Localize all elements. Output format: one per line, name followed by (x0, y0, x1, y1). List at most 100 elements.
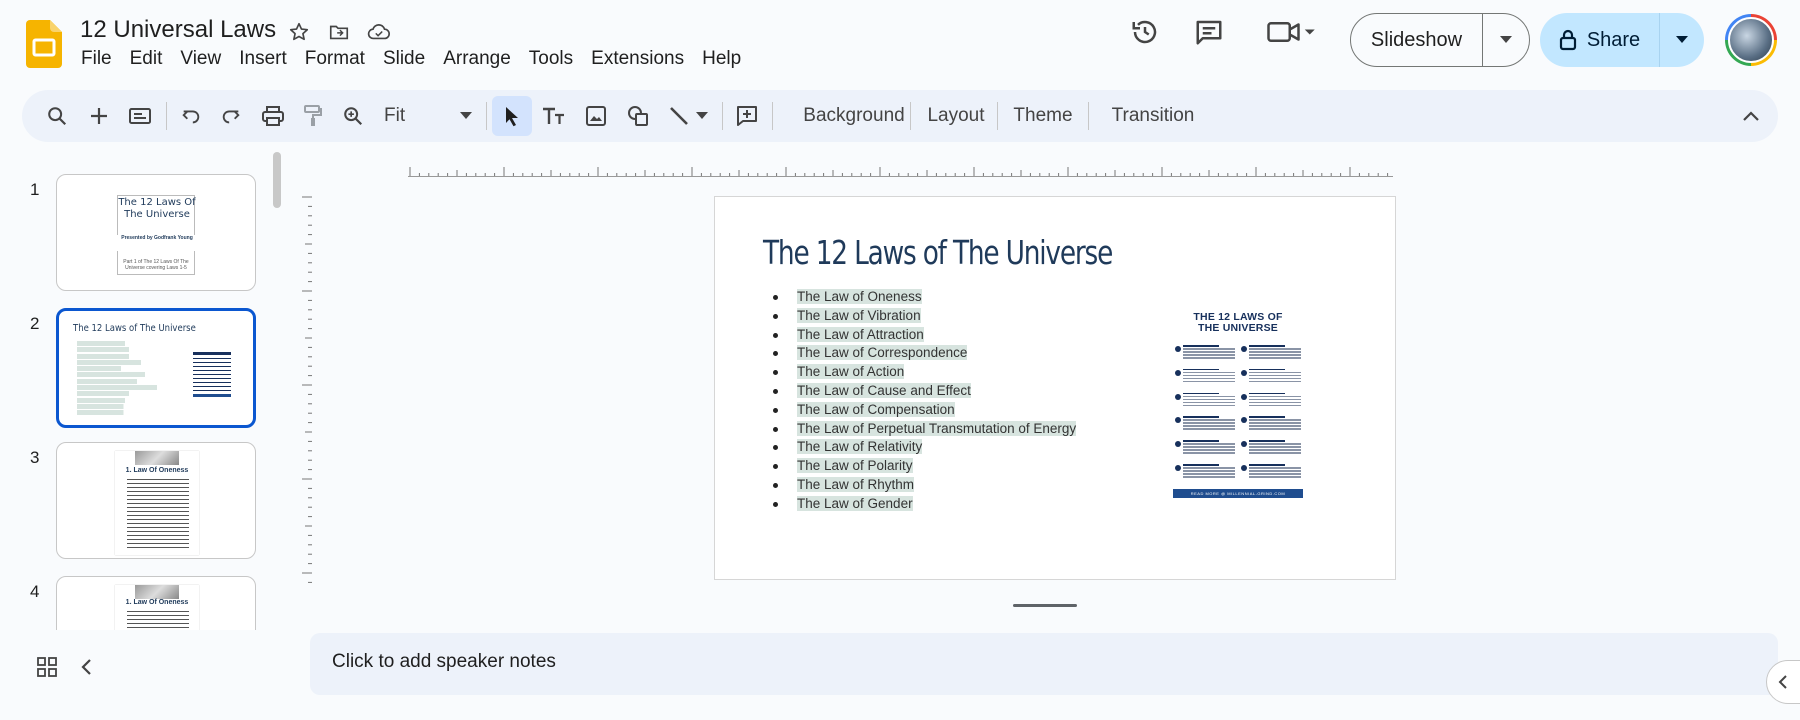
select-tool-icon[interactable] (492, 96, 532, 136)
bullet-item: The Law of Gender (771, 495, 1076, 514)
new-slide-icon[interactable] (82, 96, 116, 136)
bullet-item: The Law of Perpetual Transmutation of En… (771, 420, 1077, 439)
slide-thumbnail-4[interactable]: 1. Law Of Oneness (56, 576, 256, 630)
insert-image-icon[interactable] (578, 96, 614, 136)
infographic-image[interactable]: THE 12 LAWS OF THE UNIVERSE READ MORE @ … (1173, 312, 1303, 498)
paint-format-icon[interactable] (296, 96, 330, 136)
bullet-item: The Law of Action (771, 363, 1076, 382)
menu-tools[interactable]: Tools (520, 46, 582, 72)
horizontal-ruler[interactable] (408, 164, 1393, 177)
thumb-footnote: Part 1 of The 12 Laws Of The Universe co… (123, 259, 189, 271)
vertical-ruler[interactable] (300, 195, 312, 590)
redo-icon[interactable] (214, 96, 248, 136)
bullet-text: The Law of Perpetual Transmutation of En… (797, 420, 1077, 436)
chevron-down-icon (460, 112, 472, 119)
bullet-item: The Law of Correspondence (771, 344, 1076, 363)
filmstrip-scrollbar[interactable] (273, 152, 281, 208)
menu-format[interactable]: Format (296, 46, 374, 72)
slide-canvas[interactable]: The 12 Laws of The Universe The Law of O… (714, 196, 1396, 580)
bullet-text: The Law of Oneness (797, 289, 922, 304)
menu-slide[interactable]: Slide (374, 46, 434, 72)
transition-button[interactable]: Transition (1096, 96, 1210, 136)
bullet-text: The Law of Attraction (797, 326, 924, 342)
slide-thumbnail-2[interactable]: The 12 Laws of The Universe (56, 308, 256, 428)
bullet-item: The Law of Attraction (771, 326, 1076, 345)
background-button[interactable]: Background (782, 96, 926, 136)
menu-file[interactable]: File (72, 46, 121, 72)
slideshow-dropdown-icon[interactable] (1483, 14, 1529, 66)
zoom-icon[interactable] (336, 96, 370, 136)
notes-resize-handle[interactable] (1013, 604, 1077, 607)
meet-camera-icon[interactable] (1264, 14, 1318, 50)
bullet-item: The Law of Cause and Effect (771, 382, 1076, 401)
zoom-select[interactable]: Fit (378, 96, 478, 136)
lock-icon (1559, 29, 1576, 51)
thumb-title: 1. Law Of Oneness (125, 467, 189, 474)
menu-help[interactable]: Help (693, 46, 750, 72)
share-button[interactable]: Share (1540, 13, 1660, 67)
bullet-list[interactable]: The Law of Oneness The Law of Vibration Th… (771, 288, 1077, 514)
text-box-icon[interactable] (536, 96, 572, 136)
star-icon[interactable] (285, 18, 313, 46)
bullet-text: The Law of Compensation (797, 401, 955, 417)
share-button-group: Share (1540, 13, 1704, 67)
side-panel-toggle[interactable] (1766, 660, 1800, 704)
menu-arrange[interactable]: Arrange (434, 46, 520, 72)
bullet-item: The Law of Relativity (771, 438, 1076, 457)
slide-number: 2 (30, 314, 40, 333)
bullet-text: The Law of Gender (797, 495, 913, 511)
theme-button[interactable]: Theme (1004, 96, 1082, 136)
share-dropdown-icon[interactable] (1660, 13, 1704, 67)
line-tool-icon[interactable] (662, 96, 714, 136)
bullet-text: The Law of Relativity (797, 439, 923, 455)
menu-extensions[interactable]: Extensions (582, 46, 693, 72)
slide-filmstrip[interactable]: 1 The 12 Laws Of The Universe Presented … (0, 150, 290, 630)
bullet-item: The Law of Polarity (771, 457, 1076, 476)
thumb-title: 1. Law Of Oneness (125, 599, 189, 606)
bullet-item: The Law of Oneness (771, 288, 1076, 307)
poster-footer: READ MORE @ MILLENNIAL-GRIND.COM (1173, 489, 1303, 498)
slide-thumbnail-3[interactable]: 1. Law Of Oneness (56, 442, 256, 559)
slide-number: 3 (30, 448, 40, 467)
slide-title[interactable]: The 12 Laws of The Universe (763, 233, 1113, 272)
grid-view-icon[interactable] (36, 656, 58, 683)
slides-logo-icon[interactable] (26, 20, 62, 68)
toolbar: Fit Background Layout Theme Transition (22, 90, 1778, 142)
collapse-toolbar-icon[interactable] (1734, 96, 1768, 136)
move-to-folder-icon[interactable] (325, 18, 353, 46)
slide-number: 4 (30, 582, 40, 601)
search-menus-icon[interactable] (40, 96, 74, 136)
print-icon[interactable] (256, 96, 290, 136)
cloud-saved-icon[interactable] (365, 18, 393, 46)
shape-icon[interactable] (620, 96, 656, 136)
top-bar: 12 Universal Laws File Edit View Insert Form… (0, 0, 1800, 80)
slide-layout-icon[interactable] (123, 96, 157, 136)
document-title[interactable]: 12 Universal Laws (80, 16, 276, 44)
thumb-title: The 12 Laws of The Universe (73, 323, 196, 334)
speaker-notes-placeholder[interactable]: Click to add speaker notes (332, 651, 556, 673)
add-comment-icon[interactable] (730, 96, 764, 136)
bullet-item: The Law of Compensation (771, 401, 1076, 420)
menu-view[interactable]: View (171, 46, 230, 72)
menu-edit[interactable]: Edit (121, 46, 172, 72)
undo-icon[interactable] (174, 96, 208, 136)
share-label: Share (1586, 28, 1641, 51)
layout-button[interactable]: Layout (916, 96, 996, 136)
bullet-text: The Law of Vibration (797, 307, 921, 323)
version-history-icon[interactable] (1127, 14, 1163, 50)
slideshow-button[interactable]: Slideshow (1351, 14, 1483, 66)
speaker-notes[interactable]: Click to add speaker notes (310, 633, 1778, 695)
slideshow-button-group: Slideshow (1350, 13, 1530, 67)
bullet-item: The Law of Rhythm (771, 476, 1076, 495)
collapse-filmstrip-icon[interactable] (80, 658, 94, 681)
thumb-title: The 12 Laws Of The Universe (118, 197, 196, 220)
bullet-text: The Law of Rhythm (797, 476, 915, 492)
menu-bar: File Edit View Insert Format Slide Arrange Tool… (72, 46, 750, 72)
account-avatar[interactable] (1725, 14, 1777, 66)
comments-icon[interactable] (1191, 14, 1227, 50)
menu-insert[interactable]: Insert (230, 46, 296, 72)
bullet-text: The Law of Polarity (797, 458, 913, 474)
slide-thumbnail-1[interactable]: The 12 Laws Of The Universe Presented by… (56, 174, 256, 291)
slide-number: 1 (30, 180, 40, 199)
chevron-left-icon (1778, 675, 1787, 689)
